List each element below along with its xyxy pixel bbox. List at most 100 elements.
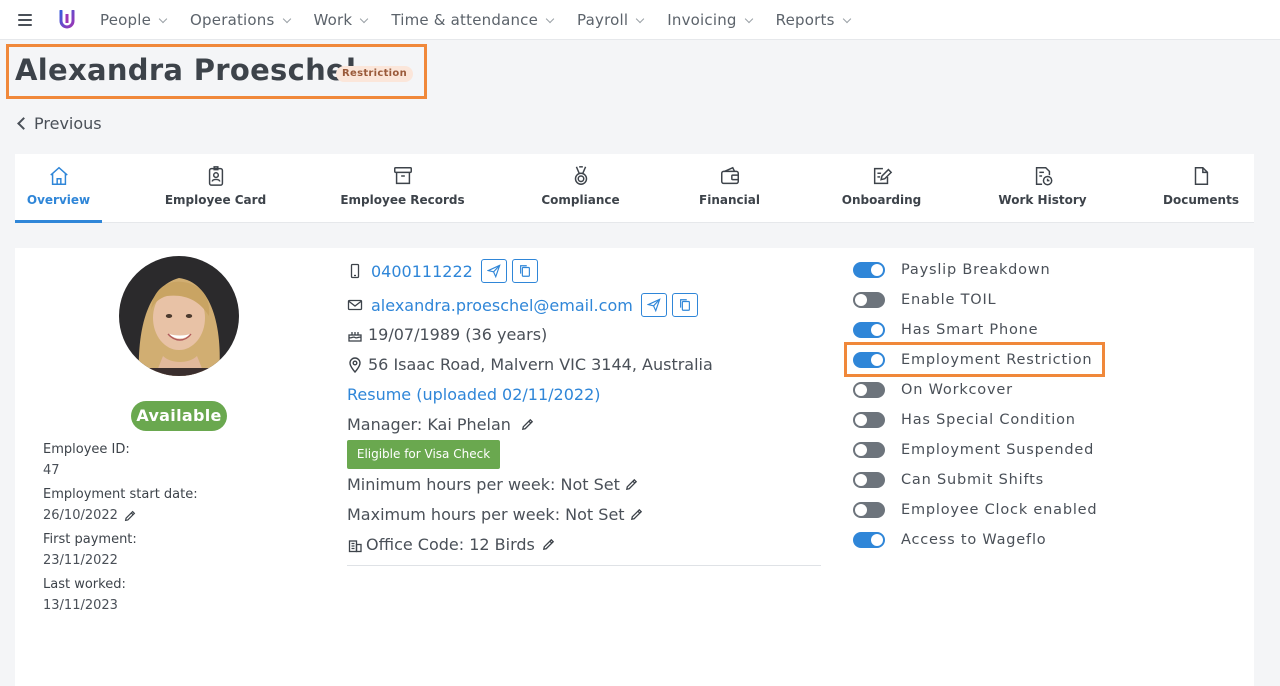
toggle-switch[interactable]: [853, 442, 885, 458]
toggle-switch[interactable]: [853, 262, 885, 278]
toggle-switch[interactable]: [853, 532, 885, 548]
min-hours-row: Minimum hours per week: Not Set: [347, 475, 639, 494]
pencil-icon[interactable]: [541, 537, 556, 552]
eligible-visa-check-button[interactable]: Eligible for Visa Check: [347, 440, 500, 469]
toggle-on-workcover[interactable]: On Workcover: [853, 380, 1013, 400]
home-icon: [49, 166, 68, 185]
email-link[interactable]: alexandra.proeschel@email.com: [371, 296, 633, 315]
nav-reports[interactable]: Reports: [776, 11, 851, 29]
tab-label: Overview: [26, 193, 91, 207]
edit-note-icon: [873, 167, 892, 185]
chevron-down-icon: [360, 14, 369, 23]
dob-row: 19/07/1989 (36 years): [347, 325, 547, 344]
top-navbar: People Operations Work Time & attendance…: [0, 0, 1280, 40]
toggle-label: Employee Clock enabled: [901, 502, 1098, 518]
toggle-enable-toil[interactable]: Enable TOIL: [853, 290, 996, 310]
tab-financial[interactable]: Financial: [699, 154, 760, 223]
chevron-left-icon: [17, 117, 30, 130]
restriction-badge: Restriction: [336, 66, 413, 82]
tab-label: Employee Card: [164, 193, 267, 207]
manager-row: Manager: Kai Phelan: [347, 415, 535, 434]
envelope-icon: [347, 299, 363, 311]
min-hours-value: Minimum hours per week: Not Set: [347, 475, 620, 494]
previous-link[interactable]: Previous: [15, 114, 102, 133]
app-logo-icon[interactable]: [59, 10, 75, 30]
toggle-switch[interactable]: [853, 292, 885, 308]
copy-email-button[interactable]: [671, 293, 698, 317]
hamburger-menu-icon[interactable]: [18, 14, 32, 29]
toggle-payslip-breakdown[interactable]: Payslip Breakdown: [853, 260, 1051, 280]
toggle-has-smart-phone[interactable]: Has Smart Phone: [853, 320, 1038, 340]
send-email-button[interactable]: [640, 293, 667, 317]
copy-icon: [519, 265, 530, 277]
tab-work-history[interactable]: Work History: [998, 154, 1087, 223]
building-icon: [348, 539, 362, 552]
main-nav: People Operations Work Time & attendance…: [100, 0, 874, 40]
phone-link[interactable]: 0400111222: [371, 262, 473, 281]
toggle-employment-suspended[interactable]: Employment Suspended: [853, 440, 1094, 460]
tab-compliance[interactable]: Compliance: [540, 154, 621, 223]
nav-payroll[interactable]: Payroll: [577, 11, 645, 29]
max-hours-value: Maximum hours per week: Not Set: [347, 505, 625, 524]
toggle-switch[interactable]: [853, 472, 885, 488]
send-icon: [646, 298, 661, 312]
toggle-switch[interactable]: [853, 502, 885, 518]
max-hours-row: Maximum hours per week: Not Set: [347, 505, 644, 524]
tab-documents[interactable]: Documents: [1163, 154, 1239, 223]
chevron-down-icon: [158, 14, 168, 23]
nav-label: Invoicing: [667, 11, 737, 29]
pencil-icon[interactable]: [624, 477, 639, 492]
nav-invoicing[interactable]: Invoicing: [667, 11, 753, 29]
last-worked-label: Last worked:: [43, 577, 126, 592]
toggle-label: Has Smart Phone: [901, 322, 1039, 338]
toggle-employee-clock-enabled[interactable]: Employee Clock enabled: [853, 500, 1097, 520]
employee-id-value: 47: [43, 463, 60, 478]
toggle-access-to-wageflo[interactable]: Access to Wageflo: [853, 530, 1046, 550]
status-badge: Available: [131, 401, 227, 431]
send-sms-button[interactable]: [480, 259, 507, 283]
last-worked-value: 13/11/2023: [43, 598, 118, 613]
profile-tabs: Overview Employee Card Employee Records …: [15, 154, 1254, 223]
nav-work[interactable]: Work: [314, 11, 369, 29]
resume-link[interactable]: Resume (uploaded 02/11/2022): [347, 385, 601, 404]
divider: [347, 565, 821, 566]
office-code-value: Office Code: 12 Birds: [366, 535, 535, 554]
copy-phone-button[interactable]: [511, 259, 538, 283]
nav-operations[interactable]: Operations: [190, 11, 291, 29]
toggle-switch[interactable]: [853, 382, 885, 398]
first-payment-label: First payment:: [43, 532, 137, 547]
manager-value: Manager: Kai Phelan: [347, 415, 511, 434]
toggle-label: On Workcover: [901, 382, 1013, 398]
start-date-row: 26/10/2022: [43, 508, 137, 523]
medal-icon: [574, 166, 587, 185]
file-icon: [1194, 167, 1209, 185]
tab-overview[interactable]: Overview: [15, 154, 102, 223]
nav-label: Payroll: [577, 11, 629, 29]
pencil-icon[interactable]: [520, 417, 535, 432]
pencil-icon[interactable]: [629, 507, 644, 522]
toggle-switch[interactable]: [853, 412, 885, 428]
pencil-icon[interactable]: [123, 509, 137, 523]
address-value: 56 Isaac Road, Malvern VIC 3144, Austral…: [368, 355, 713, 374]
toggle-label: Access to Wageflo: [901, 532, 1047, 548]
tab-label: Compliance: [541, 193, 620, 207]
archive-icon: [393, 167, 412, 185]
toggle-has-special-condition[interactable]: Has Special Condition: [853, 410, 1076, 430]
employee-id-label: Employee ID:: [43, 442, 130, 457]
cake-icon: [348, 331, 362, 342]
tab-label: Documents: [1163, 193, 1239, 207]
resume-row: Resume (uploaded 02/11/2022): [347, 385, 601, 404]
toggle-can-submit-shifts[interactable]: Can Submit Shifts: [853, 470, 1044, 490]
chevron-down-icon: [545, 14, 555, 23]
tab-employee-records[interactable]: Employee Records: [340, 154, 465, 223]
nav-people[interactable]: People: [100, 11, 168, 29]
location-pin-icon: [349, 356, 361, 373]
nav-time-attendance[interactable]: Time & attendance: [391, 11, 555, 29]
tab-onboarding[interactable]: Onboarding: [842, 154, 921, 223]
office-code-row: Office Code: 12 Birds: [347, 535, 556, 554]
toggle-switch[interactable]: [853, 322, 885, 338]
tab-employee-card[interactable]: Employee Card: [165, 154, 266, 223]
toggle-label: Can Submit Shifts: [901, 472, 1044, 488]
first-payment-value: 23/11/2022: [43, 553, 118, 568]
page-title: Alexandra Proeschel: [15, 53, 357, 87]
